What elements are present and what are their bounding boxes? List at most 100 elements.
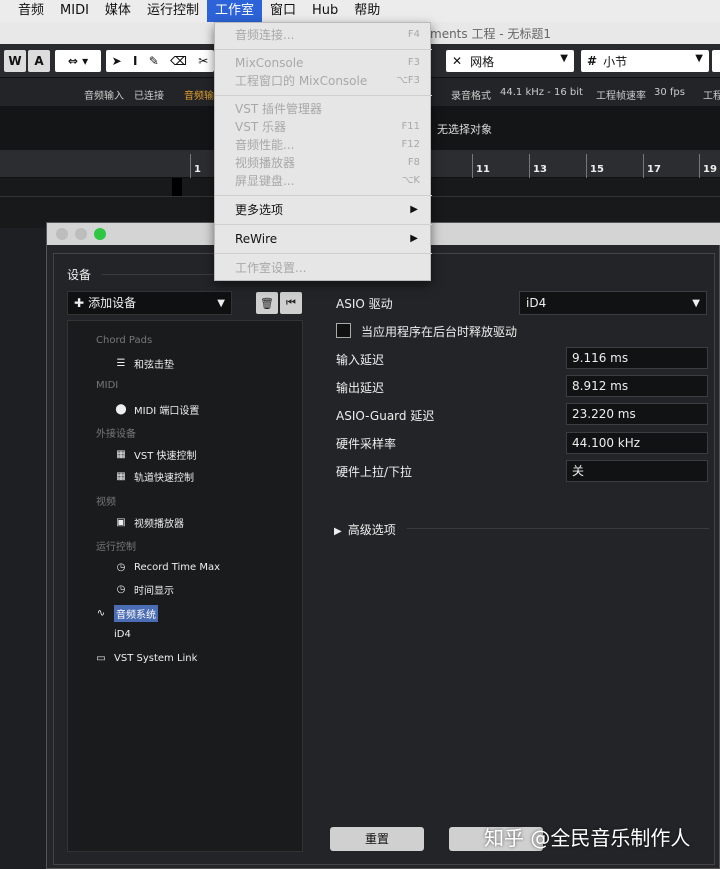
menu-item-more-options[interactable]: 更多选项 ▶ [215,201,432,219]
menu-item-vst-instruments[interactable]: VST 乐器 F11 [215,118,432,136]
menu-midi[interactable]: MIDI [52,0,97,22]
midi-port-icon: ⬤ [115,404,127,415]
menu-media[interactable]: 媒体 [97,0,139,22]
bar-number: 15 [590,164,604,175]
chevron-down-icon: ▼ [692,298,700,309]
grid-type-dropdown[interactable]: # 小节 ▼ [581,50,709,72]
rewind-icon: ⏮ [286,296,296,309]
bar-number: 13 [533,164,547,175]
reset-button[interactable]: 重置 [330,827,424,851]
window-title: ments 工程 - 无标题1 [430,27,552,41]
group-remote-devices: 外接设备 [96,429,136,440]
chevron-down-icon: ▼ [217,298,225,309]
asio-guard-label: ASIO-Guard 延迟 [336,409,435,423]
ruler-tick [190,154,191,178]
tree-item-chord-pads[interactable]: ☰ 和弦击垫 [114,356,174,371]
input-latency-value: 9.116 ms [566,347,708,369]
tree-item-record-time-max[interactable]: ◷ Record Time Max [114,560,220,574]
no-selection-text: 无选择对象 [437,123,492,136]
menu-help[interactable]: 帮助 [346,0,388,22]
menu-audio[interactable]: 音频 [10,0,52,22]
advanced-options-toggle[interactable]: ▶ 高级选项 [334,521,396,538]
delete-device-button[interactable]: 🗑 [256,292,278,314]
clock-icon: ◷ [116,561,126,573]
menu-transport[interactable]: 运行控制 [139,0,207,22]
menu-window[interactable]: 窗口 [262,0,304,22]
dialog-content: 设备 ✚ 添加设备 ▼ 🗑 ⏮ Chord Pads ☰ 和弦击垫 MIDI ⬤ MI… [53,253,715,865]
read-automation-button[interactable]: A [28,50,50,72]
track-marker [172,178,182,196]
ruler-tick [529,154,530,178]
submenu-arrow-icon: ▶ [410,204,418,215]
grid-type-value: 小节 [603,54,628,69]
frame-rate-value[interactable]: 30 fps [654,87,685,98]
devices-label: 设备 [67,268,92,282]
more-toolbar-button[interactable] [712,50,720,72]
snap-type-dropdown[interactable]: ✕ 网格 ▼ [446,50,574,72]
range-tool-icon[interactable]: I [133,54,137,68]
trash-icon: 🗑 [260,296,274,310]
project-label: 工程 [703,91,720,102]
bar-number: 19 [703,164,717,175]
hw-samplerate-label: 硬件采样率 [336,437,397,451]
bar-number: 17 [647,164,661,175]
film-icon: ▣ [116,517,126,528]
menu-item-studio-setup[interactable]: 工作室设置... [215,259,432,277]
minimize-window-icon[interactable] [75,228,87,240]
chord-pads-icon: ☰ [116,358,126,369]
snap-type-value: 网格 [470,54,495,69]
asio-driver-dropdown[interactable]: iD4 ▼ [519,291,707,315]
group-video: 视频 [96,497,116,508]
add-device-dropdown[interactable]: ✚ 添加设备 ▼ [67,291,232,315]
menu-studio[interactable]: 工作室 [206,0,262,22]
autoscroll-button[interactable]: ⇔ ▾ [55,50,101,72]
record-format-value[interactable]: 44.1 kHz - 16 bit [500,87,583,98]
tree-item-video-player[interactable]: ▣ 视频播放器 [114,515,184,530]
split-tool-icon[interactable]: ✂ [198,54,208,68]
release-driver-checkbox[interactable] [336,323,351,338]
zoom-window-icon[interactable] [94,228,106,240]
snap-icon: ✕ [452,54,463,68]
disclosure-triangle-icon: ▶ [334,526,342,537]
output-latency-value: 8.912 ms [566,375,708,397]
menu-item-audio-connections[interactable]: 音频连接... F4 [215,26,432,44]
close-window-icon[interactable] [56,228,68,240]
tree-item-vst-system-link[interactable]: ▭ VST System Link [94,651,197,665]
output-latency-label: 输出延迟 [336,381,385,395]
menu-bar: 音频 MIDI 媒体 运行控制 工作室 窗口 Hub 帮助 [0,0,720,22]
group-chord-pads: Chord Pads [96,335,153,346]
menu-item-rewire[interactable]: ReWire ▶ [215,230,432,248]
release-driver-label: 当应用程序在后台时释放驱动 [361,325,518,339]
menu-item-vst-plugin-manager[interactable]: VST 插件管理器 [215,100,432,118]
menu-item-video-player[interactable]: 视频播放器 F8 [215,154,432,172]
menu-item-project-mixconsole[interactable]: 工程窗口的 MixConsole ⌥F3 [215,72,432,90]
device-tree[interactable]: Chord Pads ☰ 和弦击垫 MIDI ⬤ MIDI 端口设置 外接设备 ▦ V… [67,320,303,852]
tree-item-vst-quick-controls[interactable]: ▦ VST 快速控制 [114,447,196,462]
tool-group: ➤ I ✎ ⌫ ✂ [106,50,214,72]
menu-item-onscreen-keyboard[interactable]: 屏显键盘... ⌥K [215,172,432,190]
tree-item-midi-port-setup[interactable]: ⬤ MIDI 端口设置 [114,402,199,417]
divider [407,528,709,529]
ruler-tick [643,154,644,178]
menu-separator [215,195,432,196]
reset-device-button[interactable]: ⏮ [280,292,302,314]
tree-item-time-display[interactable]: ◷ 时间显示 [114,582,174,597]
tree-item-id4[interactable]: iD4 [114,629,131,640]
menu-item-audio-performance[interactable]: 音频性能... F12 [215,136,432,154]
asio-driver-label: ASIO 驱动 [336,297,393,311]
asio-guard-value: 23.220 ms [566,403,708,425]
menu-item-mixconsole[interactable]: MixConsole F3 [215,54,432,72]
plus-icon: ✚ [74,296,85,310]
frame-rate-label: 工程帧速率 [596,91,646,102]
hw-pull-value: 关 [566,460,708,482]
menu-hub[interactable]: Hub [304,0,346,22]
write-automation-button[interactable]: W [4,50,26,72]
ruler-tick [472,154,473,178]
group-midi: MIDI [96,380,119,391]
tree-item-track-quick-controls[interactable]: ▦ 轨道快速控制 [114,469,194,484]
erase-tool-icon[interactable]: ⌫ [170,54,187,68]
studio-menu-dropdown: 音频连接... F4 MixConsole F3 工程窗口的 MixConsole ⌥… [214,22,432,281]
tree-item-audio-system[interactable]: ∿ 音频系统 [94,605,158,622]
draw-tool-icon[interactable]: ✎ [149,54,159,68]
pointer-tool-icon[interactable]: ➤ [112,54,122,68]
